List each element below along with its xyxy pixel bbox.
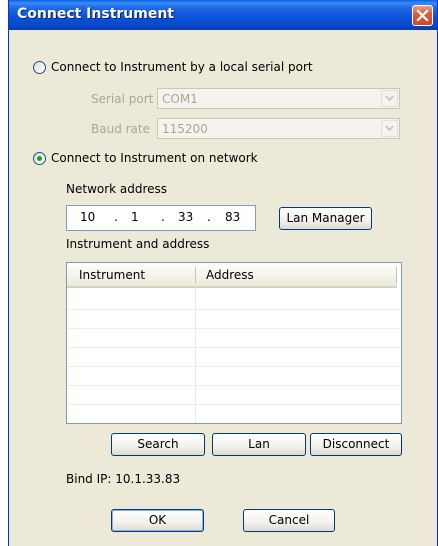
lan-manager-button[interactable]: Lan Manager bbox=[279, 207, 372, 230]
row-gridline bbox=[67, 309, 401, 310]
ip-separator: . bbox=[161, 210, 165, 224]
serial-port-select[interactable]: COM1 bbox=[157, 88, 400, 109]
ip-separator: . bbox=[207, 210, 211, 224]
title-bar[interactable]: Connect Instrument bbox=[9, 0, 437, 30]
column-divider[interactable] bbox=[396, 267, 397, 283]
ip-octet-3[interactable]: 33 bbox=[178, 210, 193, 224]
dialog-title: Connect Instrument bbox=[17, 6, 175, 22]
baud-rate-label: Baud rate bbox=[91, 122, 150, 136]
cancel-button[interactable]: Cancel bbox=[243, 509, 335, 532]
baud-rate-select[interactable]: 115200 bbox=[157, 118, 400, 139]
connect-instrument-dialog: Connect Instrument Connect to Instrument… bbox=[8, 0, 438, 546]
chevron-down-icon bbox=[385, 125, 394, 132]
column-header-address[interactable]: Address bbox=[206, 268, 254, 282]
instrument-table[interactable]: Instrument Address bbox=[66, 262, 402, 424]
row-gridline bbox=[67, 347, 401, 348]
column-header-instrument[interactable]: Instrument bbox=[79, 268, 145, 282]
network-option-label[interactable]: Connect to Instrument on network bbox=[51, 151, 258, 165]
baud-rate-dropdown-button[interactable] bbox=[381, 120, 398, 137]
search-button[interactable]: Search bbox=[111, 433, 205, 456]
table-header: Instrument Address bbox=[67, 263, 397, 288]
ip-octet-2[interactable]: 1 bbox=[131, 210, 139, 224]
ok-button[interactable]: OK bbox=[111, 509, 204, 532]
serial-port-label: Serial port bbox=[91, 92, 154, 106]
chevron-down-icon bbox=[385, 95, 394, 102]
network-address-label: Network address bbox=[66, 182, 168, 196]
row-gridline bbox=[67, 366, 401, 367]
baud-rate-value: 115200 bbox=[162, 122, 208, 136]
row-gridline bbox=[67, 385, 401, 386]
disconnect-button[interactable]: Disconnect bbox=[310, 433, 402, 456]
ip-address-input[interactable]: 10 . 1 . 33 . 83 bbox=[66, 205, 256, 231]
row-gridline bbox=[67, 404, 401, 405]
serial-port-value: COM1 bbox=[162, 92, 198, 106]
lan-button[interactable]: Lan bbox=[212, 433, 306, 456]
row-gridline bbox=[67, 328, 401, 329]
instrument-list-label: Instrument and address bbox=[66, 237, 210, 251]
close-icon bbox=[416, 9, 429, 22]
network-radio[interactable] bbox=[33, 152, 46, 165]
ip-octet-4[interactable]: 83 bbox=[225, 210, 240, 224]
bind-ip-text: Bind IP: 10.1.33.83 bbox=[66, 472, 181, 486]
serial-port-dropdown-button[interactable] bbox=[381, 90, 398, 107]
ip-octet-1[interactable]: 10 bbox=[80, 210, 95, 224]
close-button[interactable] bbox=[412, 5, 433, 26]
radio-selected-dot bbox=[37, 156, 42, 161]
ip-separator: . bbox=[114, 210, 118, 224]
column-divider[interactable] bbox=[195, 267, 196, 283]
serial-port-radio[interactable] bbox=[33, 61, 46, 74]
serial-port-option-label[interactable]: Connect to Instrument by a local serial … bbox=[51, 60, 313, 74]
